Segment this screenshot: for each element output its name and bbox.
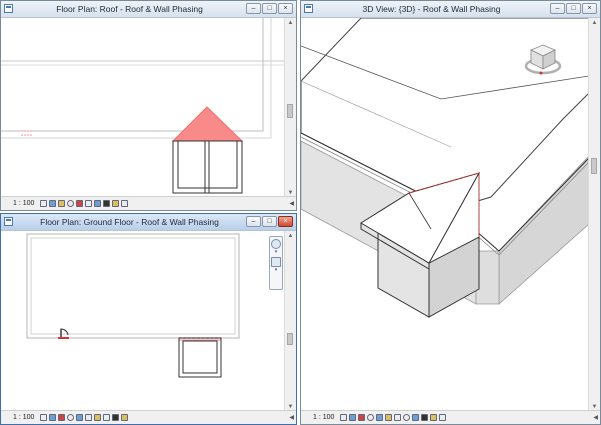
scroll-thumb[interactable] — [287, 333, 293, 345]
shadows-icon[interactable] — [67, 200, 75, 207]
house-wall-outer — [26, 233, 240, 339]
steering-wheel-icon[interactable] — [271, 239, 281, 249]
roof-edge — [1, 18, 272, 139]
detail-level-icon[interactable] — [340, 414, 348, 421]
close-button[interactable]: × — [278, 3, 293, 14]
highlight-displacement-icon[interactable] — [121, 414, 129, 421]
vertical-scrollbar[interactable]: ▲ ▼ — [588, 18, 600, 412]
crop-view-icon[interactable] — [76, 200, 84, 207]
highlight-displacement-icon[interactable] — [439, 414, 447, 421]
close-button[interactable]: × — [582, 3, 597, 14]
render-icon[interactable] — [376, 414, 384, 421]
visual-style-icon[interactable] — [49, 414, 57, 421]
dormer-wall-outer — [178, 337, 222, 378]
dormer-wall-inner — [177, 140, 238, 189]
view-3d-window[interactable]: 3D View: {3D} - Roof & Wall Phasing – □ … — [300, 0, 601, 425]
navigation-bar[interactable]: ▾ ▾ — [269, 236, 283, 290]
scroll-left-icon[interactable]: ◀ — [593, 414, 598, 421]
view-3d-title: 3D View: {3D} - Roof & Wall Phasing — [362, 4, 501, 14]
sun-path-icon[interactable] — [58, 414, 66, 421]
unlock-view-icon[interactable] — [403, 414, 411, 421]
visual-style-icon[interactable] — [49, 200, 57, 207]
minimize-button[interactable]: – — [246, 216, 261, 227]
view-scale[interactable]: 1 : 100 — [313, 414, 334, 421]
reveal-hidden-icon[interactable] — [103, 200, 111, 207]
analysis-display-icon[interactable] — [112, 414, 120, 421]
detail-level-icon[interactable] — [40, 200, 48, 207]
visual-style-icon[interactable] — [349, 414, 357, 421]
close-button[interactable]: × — [278, 216, 293, 227]
roof-plan-window[interactable]: Floor Plan: Roof - Roof & Wall Phasing –… — [0, 0, 297, 211]
view-app-icon[interactable] — [4, 4, 13, 13]
roof-edge — [1, 18, 264, 132]
detail-level-icon[interactable] — [40, 414, 48, 421]
shadows-icon[interactable] — [67, 414, 75, 421]
scroll-thumb[interactable] — [287, 104, 293, 118]
analysis-display-icon[interactable] — [430, 414, 438, 421]
view-cube-icon[interactable] — [523, 39, 563, 79]
scroll-up-icon[interactable]: ▲ — [285, 18, 296, 28]
reveal-hidden-icon[interactable] — [103, 414, 111, 421]
crop-region-icon[interactable] — [85, 414, 93, 421]
view-app-icon[interactable] — [304, 4, 313, 13]
dropdown-icon[interactable]: ▾ — [270, 267, 282, 273]
crop-region-icon[interactable] — [394, 414, 402, 421]
zoom-icon[interactable] — [271, 257, 281, 267]
view-app-icon[interactable] — [4, 217, 13, 226]
scroll-up-icon[interactable]: ▲ — [285, 231, 296, 241]
ground-plan-title: Floor Plan: Ground Floor - Roof & Wall P… — [40, 217, 219, 227]
crop-view-icon[interactable] — [385, 414, 393, 421]
scroll-thumb[interactable] — [591, 158, 597, 174]
view-control-bar: 1 : 100 ◀ — [1, 196, 296, 210]
ground-plan-titlebar[interactable]: Floor Plan: Ground Floor - Roof & Wall P… — [1, 214, 296, 231]
highlight-displacement-icon[interactable] — [121, 200, 129, 207]
view-scale[interactable]: 1 : 100 — [13, 200, 34, 207]
roof-plan-canvas[interactable] — [1, 18, 285, 198]
sun-path-icon[interactable] — [58, 200, 66, 207]
door-swing[interactable] — [60, 328, 69, 337]
house-wall-right — [498, 155, 589, 305]
crop-region-icon[interactable] — [85, 200, 93, 207]
sun-path-icon[interactable] — [358, 414, 366, 421]
dropdown-icon[interactable]: ▾ — [270, 249, 282, 255]
maximize-button[interactable]: □ — [262, 216, 277, 227]
dormer-roof-highlight[interactable] — [171, 106, 244, 142]
view-control-bar: 1 : 100 ◀ — [301, 410, 600, 424]
roof-plan-titlebar[interactable]: Floor Plan: Roof - Roof & Wall Phasing –… — [1, 1, 296, 18]
scroll-up-icon[interactable]: ▲ — [589, 18, 600, 28]
minimize-button[interactable]: – — [246, 3, 261, 14]
ground-plan-canvas[interactable] — [1, 231, 285, 412]
shadows-icon[interactable] — [367, 414, 375, 421]
roof-plan-title: Floor Plan: Roof - Roof & Wall Phasing — [56, 4, 203, 14]
temporary-hide-icon[interactable] — [94, 200, 102, 207]
dormer-wall-outer — [172, 140, 243, 194]
scroll-left-icon[interactable]: ◀ — [289, 414, 294, 421]
ground-plan-window[interactable]: Floor Plan: Ground Floor - Roof & Wall P… — [0, 213, 297, 425]
view-control-bar: 1 : 100 ◀ — [1, 410, 296, 424]
dormer-wall-inner — [182, 340, 218, 374]
temporary-hide-icon[interactable] — [412, 414, 420, 421]
temporary-hide-icon[interactable] — [94, 414, 102, 421]
view-3d-titlebar[interactable]: 3D View: {3D} - Roof & Wall Phasing – □ … — [301, 1, 600, 18]
reveal-hidden-icon[interactable] — [421, 414, 429, 421]
scroll-left-icon[interactable]: ◀ — [289, 200, 294, 207]
maximize-button[interactable]: □ — [262, 3, 277, 14]
crop-view-icon[interactable] — [76, 414, 84, 421]
maximize-button[interactable]: □ — [566, 3, 581, 14]
vertical-scrollbar[interactable]: ▲ ▼ — [284, 231, 296, 412]
house-wall-inner — [30, 237, 236, 335]
vertical-scrollbar[interactable]: ▲ ▼ — [284, 18, 296, 198]
view-scale[interactable]: 1 : 100 — [13, 414, 34, 421]
analysis-display-icon[interactable] — [112, 200, 120, 207]
minimize-button[interactable]: – — [550, 3, 565, 14]
